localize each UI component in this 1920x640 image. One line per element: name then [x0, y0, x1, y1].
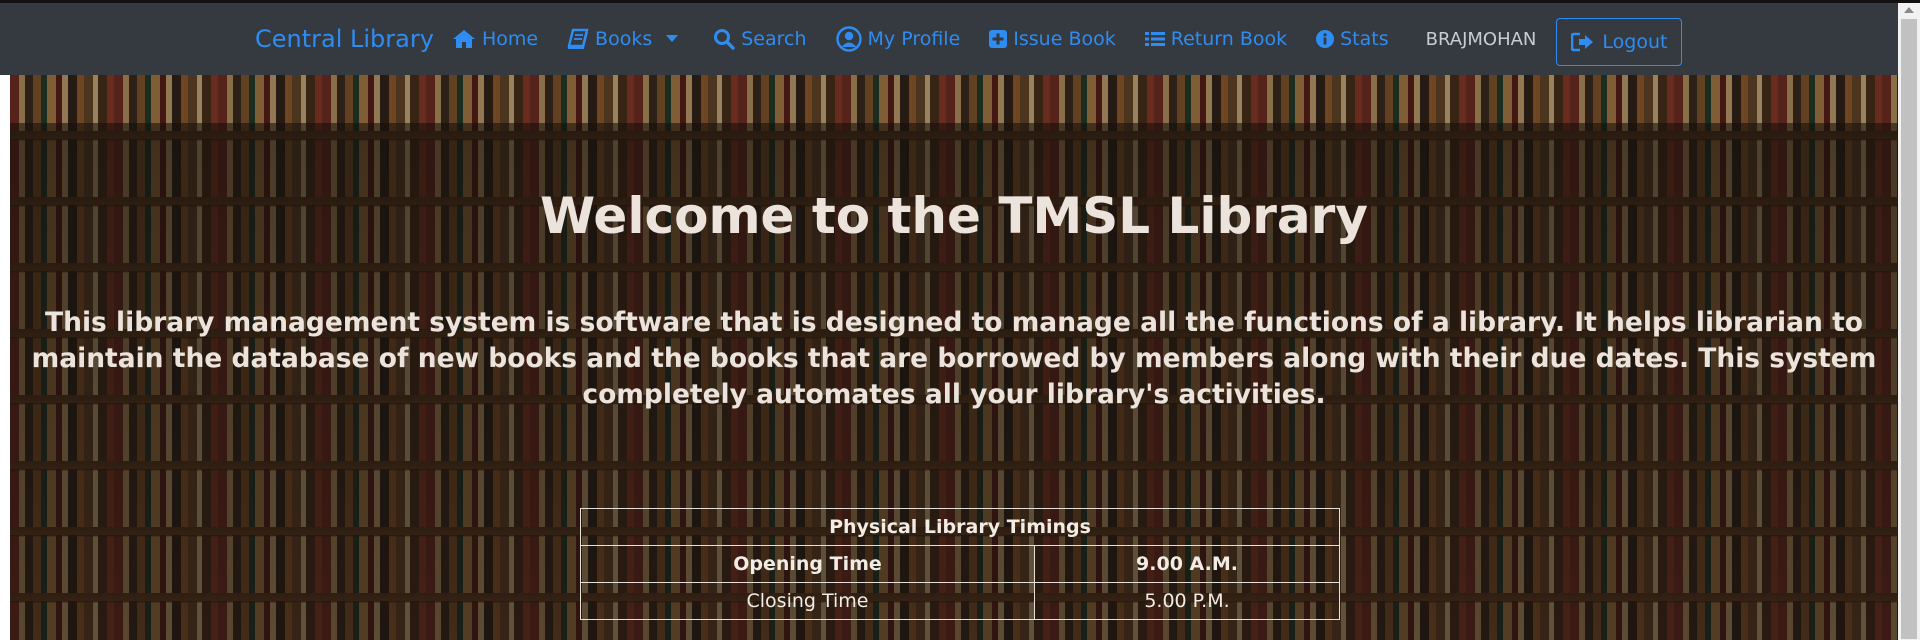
timings-header-row: Physical Library Timings — [580, 508, 1340, 546]
book-icon — [567, 28, 589, 49]
nav-books-dropdown[interactable]: Books — [567, 28, 684, 50]
timings-table: Physical Library Timings Opening Time 9.… — [580, 508, 1340, 620]
nav-return-book[interactable]: Return Book — [1144, 28, 1288, 50]
hero-content: Welcome to the TMSL Library This library… — [10, 75, 1898, 640]
home-icon — [452, 30, 475, 48]
navbar-inner: Central Library Home Books Search My Pro… — [255, 3, 1683, 75]
user-circle-icon — [835, 26, 862, 52]
nav-issue-book-label: Issue Book — [1013, 28, 1116, 50]
nav-home-label: Home — [481, 28, 539, 50]
plus-square-icon — [989, 30, 1008, 48]
nav-my-profile[interactable]: My Profile — [835, 26, 961, 52]
navbar-brand[interactable]: Central Library — [255, 25, 434, 53]
navbar: Central Library Home Books Search My Pro… — [0, 3, 1898, 75]
scrollbar-thumb[interactable] — [1901, 19, 1917, 639]
nav-issue-book[interactable]: Issue Book — [989, 28, 1116, 50]
vertical-scrollbar[interactable] — [1898, 3, 1920, 640]
search-icon — [714, 29, 735, 50]
nav-search-label: Search — [741, 28, 807, 50]
nav-home[interactable]: Home — [452, 28, 538, 50]
nav-my-profile-label: My Profile — [867, 28, 961, 50]
scroll-up-arrow-icon[interactable] — [1904, 7, 1914, 13]
timings-caption: Physical Library Timings — [580, 508, 1340, 546]
hero-banner: Welcome to the TMSL Library This library… — [10, 75, 1898, 640]
table-row: Opening Time 9.00 A.M. — [580, 545, 1340, 583]
opening-time-label: Opening Time — [580, 545, 1035, 583]
closing-time-label: Closing Time — [580, 582, 1035, 620]
sign-out-icon — [1571, 32, 1594, 52]
logout-label: Logout — [1602, 31, 1668, 53]
nav-stats-label: Stats — [1340, 28, 1389, 50]
chevron-down-icon — [666, 35, 679, 42]
hero-description: This library management system is softwa… — [31, 307, 1877, 410]
nav-stats[interactable]: Stats — [1316, 28, 1389, 50]
list-icon — [1144, 32, 1165, 46]
nav-books-label: Books — [595, 28, 653, 50]
logout-button[interactable]: Logout — [1556, 18, 1683, 66]
hero-title: Welcome to the TMSL Library — [540, 187, 1368, 245]
info-circle-icon — [1316, 30, 1335, 48]
nav-search[interactable]: Search — [713, 28, 807, 50]
opening-time-value: 9.00 A.M. — [1034, 545, 1340, 583]
nav-return-book-label: Return Book — [1170, 28, 1288, 50]
username: BRAJMOHAN — [1425, 28, 1537, 50]
table-row: Closing Time 5.00 P.M. — [580, 582, 1340, 620]
closing-time-value: 5.00 P.M. — [1034, 582, 1340, 620]
